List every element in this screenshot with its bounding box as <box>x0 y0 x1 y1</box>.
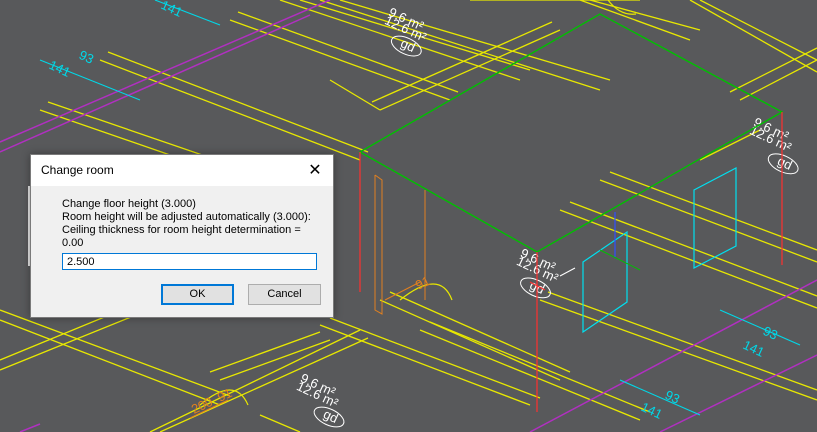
ceiling-thickness-value: 0.00 <box>62 237 84 249</box>
ok-button[interactable]: OK <box>161 284 234 305</box>
close-icon[interactable]: ✕ <box>297 155 333 186</box>
svg-text:93: 93 <box>77 47 96 67</box>
change-room-dialog: Change room ✕ Change floor height (3.000… <box>30 154 334 318</box>
cancel-button[interactable]: Cancel <box>248 284 321 305</box>
ceiling-thickness-text: Ceiling thickness for room height determ… <box>62 224 301 236</box>
floor-height-text: Change floor height (3.000) <box>62 198 196 210</box>
window-left <box>582 230 628 334</box>
svg-text:141: 141 <box>47 57 73 80</box>
room-height-text: Room height will be adjusted automatical… <box>62 211 311 223</box>
svg-text:141: 141 <box>639 399 665 422</box>
svg-text:141: 141 <box>741 337 767 360</box>
room-stamps: 9.6 m² 12.6 m² gd 9.6 m² 12.6 m² gd 9.6 … <box>294 4 799 428</box>
room-ceiling-outline <box>358 13 784 253</box>
svg-text:93: 93 <box>761 323 780 343</box>
floor-height-input[interactable] <box>62 253 317 270</box>
opening-orange <box>374 174 383 315</box>
svg-text:141: 141 <box>159 0 185 20</box>
dialog-titlebar[interactable]: Change room ✕ <box>31 155 333 186</box>
svg-text:93: 93 <box>663 387 682 407</box>
dialog-title: Change room <box>41 163 114 177</box>
